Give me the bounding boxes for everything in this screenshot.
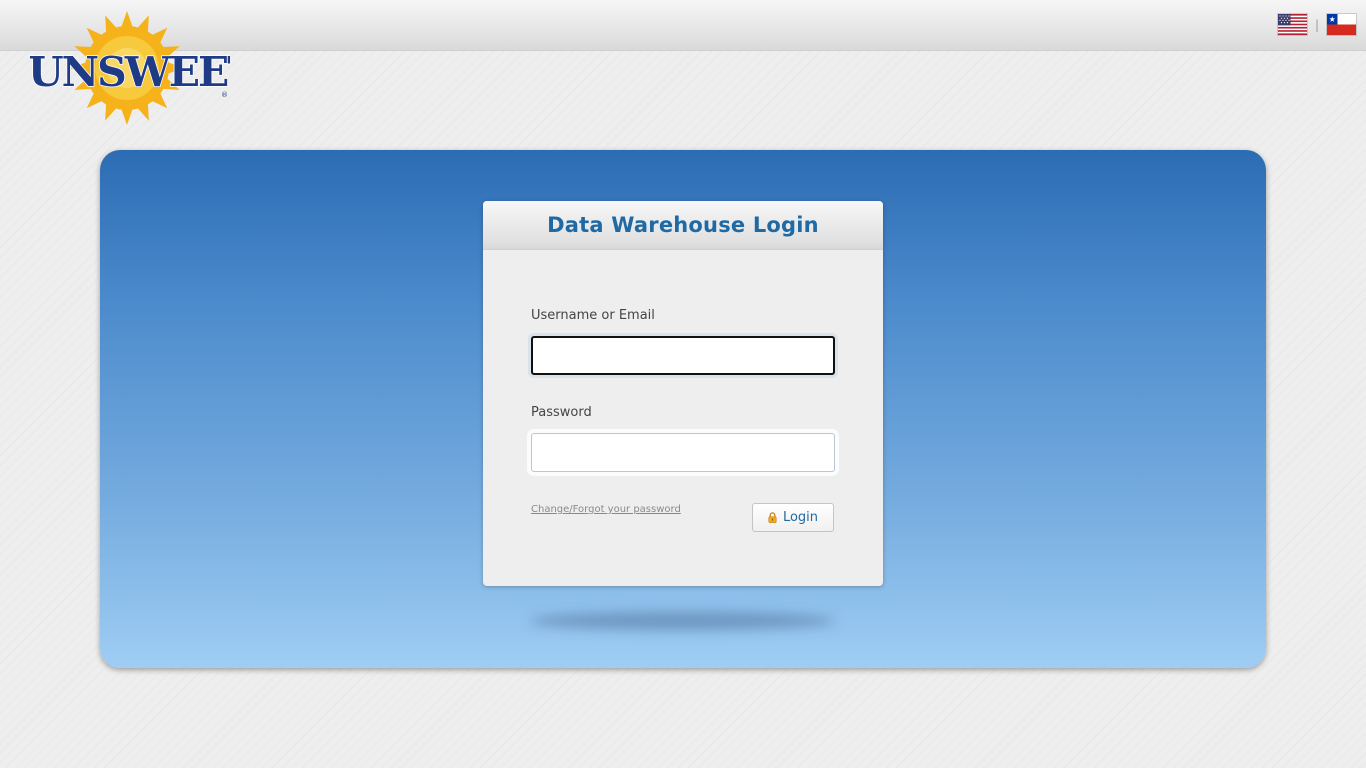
svg-text:®: ® — [221, 91, 228, 99]
password-label: Password — [531, 405, 592, 420]
logo-wordmark: SUNSWEET — [30, 48, 230, 96]
language-selector: | — [1277, 14, 1356, 35]
forgot-password-link[interactable]: Change/Forgot your password — [531, 504, 681, 515]
us-flag-icon[interactable] — [1277, 14, 1307, 35]
language-separator: | — [1314, 17, 1319, 32]
lock-icon — [768, 512, 777, 523]
login-card-header: Data Warehouse Login — [483, 201, 883, 250]
username-label: Username or Email — [531, 308, 655, 323]
card-floor-shadow — [530, 612, 835, 630]
password-input[interactable] — [531, 433, 835, 472]
login-card: Data Warehouse Login Username or Email P… — [483, 201, 883, 586]
chile-flag-icon[interactable] — [1327, 14, 1356, 35]
login-button[interactable]: Login — [752, 503, 834, 532]
username-input[interactable] — [531, 336, 835, 375]
sun-logo-icon: SUNSWEET ® — [0, 11, 261, 125]
login-button-label: Login — [782, 510, 819, 525]
sunsweet-logo: SUNSWEET ® — [0, 8, 261, 130]
login-title: Data Warehouse Login — [547, 213, 819, 237]
